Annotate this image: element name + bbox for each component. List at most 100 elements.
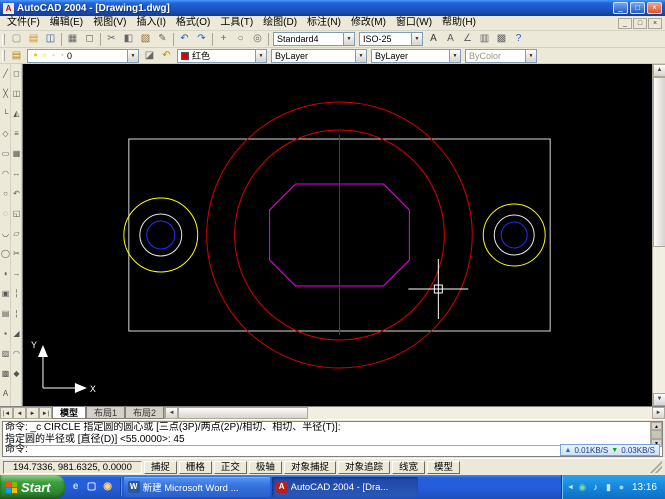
offset-icon[interactable]: ≡ xyxy=(11,124,22,144)
messenger-icon[interactable]: ● xyxy=(616,479,627,495)
task-button-1[interactable]: W新建 Microsoft Word ... xyxy=(124,477,270,497)
horizontal-scroll-thumb[interactable] xyxy=(178,407,308,419)
layer-properties-manager-icon[interactable]: ▤ xyxy=(8,49,25,63)
mirror-icon[interactable]: ◭ xyxy=(11,104,22,124)
menu-item-1[interactable]: 文件(F) xyxy=(2,16,45,30)
menu-item-10[interactable]: 窗口(W) xyxy=(391,16,437,30)
vertical-scroll-thumb[interactable] xyxy=(653,77,665,247)
doc-close-button[interactable]: × xyxy=(648,18,662,29)
layer-unlock-icon[interactable]: ▫ xyxy=(49,52,58,59)
dim-style-icon[interactable]: A xyxy=(442,32,459,46)
status-button-7[interactable]: 线宽 xyxy=(392,461,425,474)
tab-nav-next-button[interactable]: ► xyxy=(26,407,39,419)
match-properties-icon[interactable]: ✎ xyxy=(154,32,171,46)
close-button[interactable]: × xyxy=(647,2,662,14)
chamfer-icon[interactable]: ◢ xyxy=(11,324,22,344)
dropdown-arrow-icon[interactable]: ▼ xyxy=(355,50,366,62)
maximize-button[interactable]: □ xyxy=(630,2,645,14)
open-file-icon[interactable]: ▤ xyxy=(25,32,42,46)
ellipse-icon[interactable]: ◯ xyxy=(0,244,11,264)
color-combo[interactable]: 红色 ▼ xyxy=(177,49,267,63)
tab-nav-first-button[interactable]: |◄ xyxy=(0,407,13,419)
layer-on-bulb-icon[interactable]: ● xyxy=(31,52,40,59)
new-file-icon[interactable]: ▢ xyxy=(8,32,25,46)
tab-3[interactable]: 布局2 xyxy=(125,407,164,419)
design-center-icon[interactable]: ▩ xyxy=(493,32,510,46)
plot-icon[interactable]: ▦ xyxy=(64,32,81,46)
scroll-down-button[interactable]: ▼ xyxy=(653,393,665,406)
menu-item-2[interactable]: 编辑(E) xyxy=(45,16,88,30)
media-player-icon[interactable]: ◉ xyxy=(101,480,115,494)
dropdown-arrow-icon[interactable]: ▼ xyxy=(411,33,422,45)
minimize-button[interactable]: _ xyxy=(613,2,628,14)
break-icon[interactable]: ¦ xyxy=(11,304,22,324)
show-desktop-icon[interactable]: ▢ xyxy=(85,480,99,494)
text-style-combo[interactable]: Standard4 ▼ xyxy=(273,32,355,46)
horizontal-scroll-track[interactable] xyxy=(308,407,652,419)
dropdown-arrow-icon[interactable]: ▼ xyxy=(449,50,460,62)
array-icon[interactable]: ▦ xyxy=(11,144,22,164)
paste-icon[interactable]: ▧ xyxy=(137,32,154,46)
menu-item-7[interactable]: 绘图(D) xyxy=(258,16,302,30)
doc-minimize-button[interactable]: _ xyxy=(618,18,632,29)
rotate-icon[interactable]: ↶ xyxy=(11,184,22,204)
status-button-3[interactable]: 正交 xyxy=(214,461,247,474)
menu-item-3[interactable]: 视图(V) xyxy=(88,16,131,30)
menu-item-6[interactable]: 工具(T) xyxy=(215,16,258,30)
command-prompt[interactable]: 命令: xyxy=(5,444,28,456)
dropdown-arrow-icon[interactable]: ▼ xyxy=(343,33,354,45)
pan-icon[interactable]: + xyxy=(215,32,232,46)
vertical-scrollbar[interactable]: ▲ ▼ xyxy=(652,64,665,406)
break-at-point-icon[interactable]: ╎ xyxy=(11,284,22,304)
horizontal-scrollbar[interactable]: ◄ ► xyxy=(164,407,665,419)
construction-line-icon[interactable]: ╳ xyxy=(0,84,11,104)
doc-restore-button[interactable]: □ xyxy=(633,18,647,29)
start-button[interactable]: Start xyxy=(0,475,65,499)
properties-palette-icon[interactable]: ▥ xyxy=(476,32,493,46)
status-button-5[interactable]: 对象捕捉 xyxy=(284,461,336,474)
copy-icon[interactable]: ◧ xyxy=(120,32,137,46)
text-style-icon[interactable]: A xyxy=(425,32,442,46)
plot-preview-icon[interactable]: ◻ xyxy=(81,32,98,46)
tab-nav-last-button[interactable]: ►| xyxy=(39,407,52,419)
menu-item-9[interactable]: 修改(M) xyxy=(346,16,391,30)
explode-icon[interactable]: ◆ xyxy=(11,364,22,384)
internet-explorer-icon[interactable]: e xyxy=(69,480,83,494)
region-icon[interactable]: ▩ xyxy=(0,364,11,384)
command-scroll-thumb[interactable] xyxy=(651,430,662,439)
tab-1[interactable]: 模型 xyxy=(52,407,86,419)
cut-icon[interactable]: ✂ xyxy=(103,32,120,46)
layer-previous-icon[interactable]: ↶ xyxy=(158,49,175,63)
dim-style-combo[interactable]: ISO-25 ▼ xyxy=(359,32,423,46)
drawing-canvas[interactable]: YX xyxy=(22,64,652,406)
command-text-area[interactable]: 命令: _c CIRCLE 指定圆的圆心或 [三点(3P)/两点(2P)/相切、… xyxy=(2,421,663,457)
insert-block-icon[interactable]: ▣ xyxy=(0,284,11,304)
line-icon[interactable]: ╱ xyxy=(0,64,11,84)
undo-icon[interactable]: ↶ xyxy=(176,32,193,46)
layer-combo[interactable]: ●☼▫▪ 0 ▼ xyxy=(27,49,139,63)
dim-linear-icon[interactable]: ∠ xyxy=(459,32,476,46)
lineweight-combo[interactable]: ByLayer ▼ xyxy=(371,49,461,63)
scroll-right-button[interactable]: ► xyxy=(652,407,665,419)
rectangle-icon[interactable]: ▭ xyxy=(0,144,11,164)
ellipse-arc-icon[interactable]: ◖ xyxy=(0,264,11,284)
tab-nav-prev-button[interactable]: ◄ xyxy=(13,407,26,419)
antivirus-shield-icon[interactable]: ◉ xyxy=(577,479,588,495)
status-button-8[interactable]: 模型 xyxy=(427,461,460,474)
status-button-1[interactable]: 捕捉 xyxy=(144,461,177,474)
tray-chevron-icon[interactable]: ◄ xyxy=(567,484,574,491)
tab-2[interactable]: 布局1 xyxy=(86,407,125,419)
linetype-combo[interactable]: ByLayer ▼ xyxy=(271,49,367,63)
zoom-realtime-icon[interactable]: ○ xyxy=(232,32,249,46)
command-scroll-up[interactable]: ▲ xyxy=(651,422,662,430)
spline-icon[interactable]: ◡ xyxy=(0,224,11,244)
fillet-icon[interactable]: ◠ xyxy=(11,344,22,364)
make-block-icon[interactable]: ▤ xyxy=(0,304,11,324)
hatch-icon[interactable]: ▨ xyxy=(0,344,11,364)
menu-item-8[interactable]: 标注(N) xyxy=(302,16,346,30)
make-object-layer-current-icon[interactable]: ◪ xyxy=(141,49,158,63)
arc-icon[interactable]: ◠ xyxy=(0,164,11,184)
scroll-up-button[interactable]: ▲ xyxy=(653,64,665,77)
move-icon[interactable]: ↔ xyxy=(11,164,22,184)
layer-color-chip-icon[interactable]: ▪ xyxy=(58,52,67,59)
